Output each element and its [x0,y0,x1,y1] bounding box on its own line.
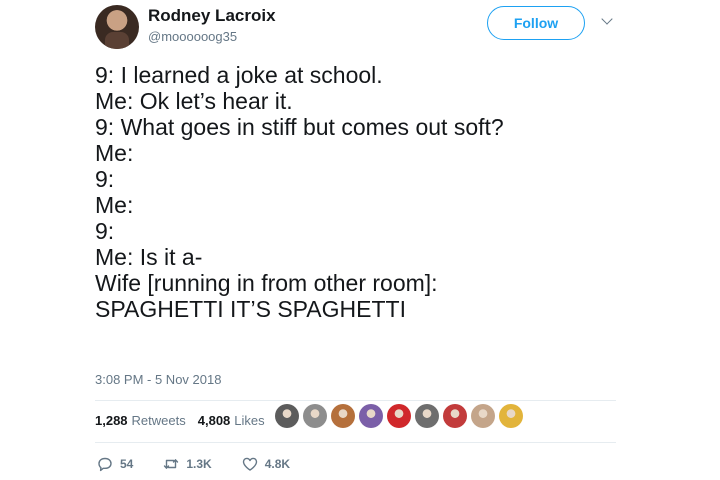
author-avatar[interactable] [95,5,139,49]
likes-count[interactable]: 4,808 [198,413,231,428]
retweet-button[interactable]: 1.3K [163,456,212,472]
author-handle[interactable]: @moooooog35 [148,29,237,44]
retweets-label[interactable]: Retweets [132,413,186,428]
tweet-stats: 1,288 Retweets 4,808 Likes [95,413,273,428]
reply-icon [98,457,112,472]
tweet-timestamp[interactable]: 3:08 PM - 5 Nov 2018 [95,372,221,387]
reply-count: 54 [120,457,134,471]
divider [95,400,616,401]
tweet-line: SPAGHETTI IT’S SPAGHETTI [95,296,406,322]
liker-avatar-1[interactable] [275,404,299,428]
tweet-line: Me: Is it a- [95,244,203,270]
liker-avatars [275,404,523,428]
retweet-icon [164,459,179,469]
liker-avatar-6[interactable] [415,404,439,428]
tweet-body: 9: I learned a joke at school. Me: Ok le… [95,62,504,322]
tweet-actions: 54 1.3K 4.8K [97,456,320,472]
author-display-name[interactable]: Rodney Lacroix [148,6,276,26]
retweets-count[interactable]: 1,288 [95,413,128,428]
tweet-line: 9: [95,218,115,244]
like-button[interactable]: 4.8K [242,456,290,472]
liker-avatar-5[interactable] [387,404,411,428]
liker-avatar-8[interactable] [471,404,495,428]
liker-avatar-2[interactable] [303,404,327,428]
tweet-line: 9: [95,166,115,192]
like-count: 4.8K [264,457,291,471]
reply-button[interactable]: 54 [97,456,133,472]
tweet-line: Me: [95,192,134,218]
follow-button[interactable]: Follow [487,6,585,40]
divider [95,442,616,443]
likes-label[interactable]: Likes [234,413,264,428]
liker-avatar-9[interactable] [499,404,523,428]
heart-icon [242,457,257,471]
tweet-line: 9: I learned a joke at school. [95,62,383,88]
liker-avatar-7[interactable] [443,404,467,428]
tweet-line: Me: [95,140,134,166]
tweet-line: Wife [running in from other room]: [95,270,438,296]
liker-avatar-4[interactable] [359,404,383,428]
tweet-line: 9: What goes in stiff but comes out soft… [95,114,504,140]
retweet-count: 1.3K [186,457,212,471]
liker-avatar-3[interactable] [331,404,355,428]
tweet-line: Me: Ok let’s hear it. [95,88,293,114]
chevron-down-icon[interactable] [601,13,613,25]
